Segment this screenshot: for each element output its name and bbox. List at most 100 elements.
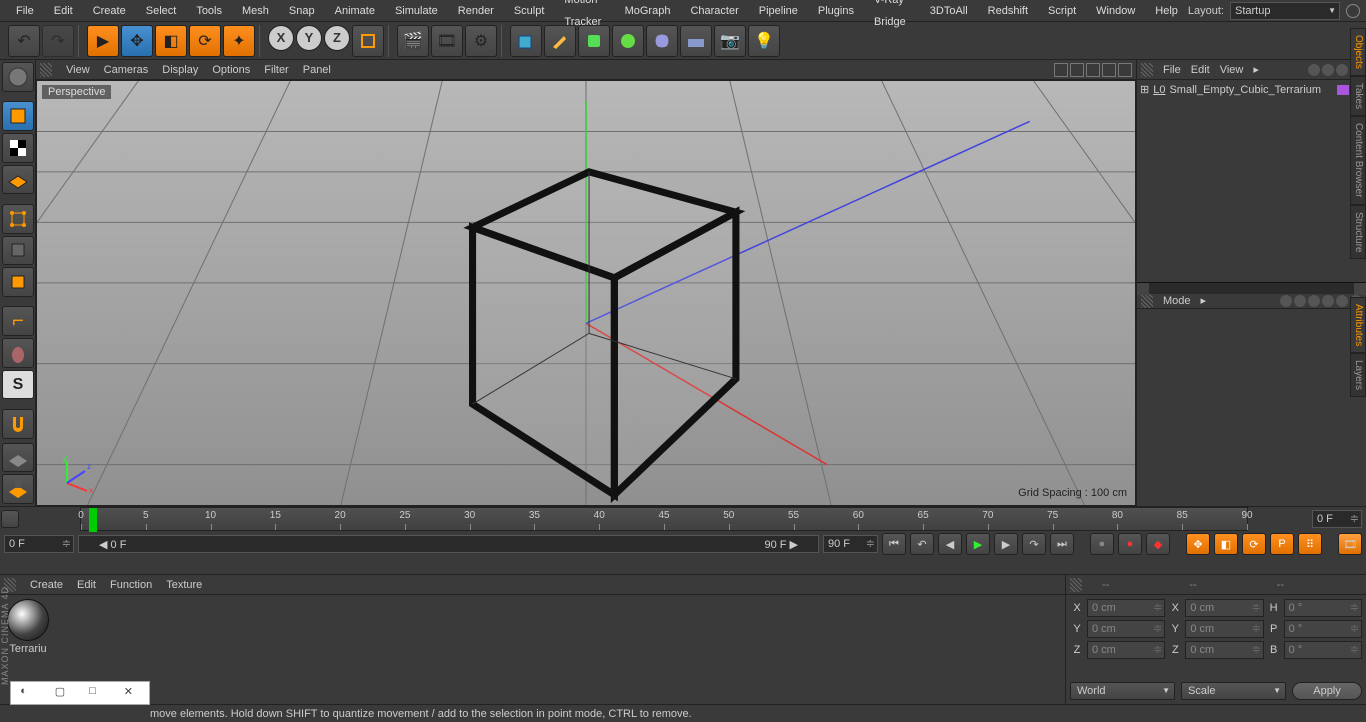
apply-button[interactable]: Apply bbox=[1292, 682, 1362, 700]
tl-grid-icon[interactable] bbox=[1, 510, 19, 528]
material-preview[interactable] bbox=[7, 599, 49, 641]
planar-workplane-button[interactable] bbox=[2, 474, 34, 504]
obj-menu-view[interactable]: View bbox=[1220, 64, 1244, 76]
live-select-tool[interactable]: ▶ bbox=[87, 25, 119, 57]
vp-layout-icon[interactable] bbox=[1102, 63, 1116, 77]
layout-dropdown[interactable]: Startup bbox=[1230, 2, 1340, 20]
snap-button[interactable]: S bbox=[2, 370, 34, 400]
attr-fwd-icon[interactable] bbox=[1294, 295, 1306, 307]
key-rot-button[interactable]: ⟳ bbox=[1242, 533, 1266, 555]
timeline-current[interactable]: 0 F bbox=[4, 535, 74, 553]
key-pos-button[interactable]: ✥ bbox=[1186, 533, 1210, 555]
size-y[interactable]: 0 cm bbox=[1185, 620, 1263, 638]
vp-menu-filter[interactable]: Filter bbox=[264, 64, 288, 76]
grip-icon[interactable] bbox=[40, 63, 52, 77]
menu-render[interactable]: Render bbox=[448, 0, 504, 22]
vp-menu-view[interactable]: View bbox=[66, 64, 90, 76]
menu-select[interactable]: Select bbox=[136, 0, 187, 22]
play-button[interactable]: ▶ bbox=[966, 533, 990, 555]
cube-primitive-button[interactable] bbox=[510, 25, 542, 57]
deformer-button[interactable] bbox=[646, 25, 678, 57]
grip-icon[interactable] bbox=[1141, 294, 1153, 308]
light-button[interactable]: 💡 bbox=[748, 25, 780, 57]
camera-button[interactable]: 📷 bbox=[714, 25, 746, 57]
tab-objects[interactable]: Objects bbox=[1350, 28, 1366, 76]
vp-menu-panel[interactable]: Panel bbox=[303, 64, 331, 76]
magnet-button[interactable] bbox=[2, 409, 34, 439]
vp-menu-options[interactable]: Options bbox=[212, 64, 250, 76]
grip-icon[interactable] bbox=[1070, 578, 1082, 592]
object-tree[interactable]: ⊞ L0 Small_Empty_Cubic_Terrarium bbox=[1137, 80, 1366, 282]
pos-x[interactable]: 0 cm bbox=[1087, 599, 1165, 617]
app-icon[interactable]: ◐ bbox=[20, 685, 36, 701]
autokey-button[interactable]: ● bbox=[1118, 533, 1142, 555]
menu-redshift[interactable]: Redshift bbox=[978, 0, 1038, 22]
vp-orbit-icon[interactable] bbox=[1086, 63, 1100, 77]
texture-mode-button[interactable] bbox=[2, 133, 34, 163]
timeline-end-frame[interactable]: 0 F bbox=[1312, 510, 1362, 528]
vp-menu-display[interactable]: Display bbox=[162, 64, 198, 76]
goto-end-button[interactable]: ⏭ bbox=[1050, 533, 1074, 555]
obj-menu-file[interactable]: File bbox=[1163, 64, 1181, 76]
timeline-cursor[interactable] bbox=[89, 508, 97, 532]
key-scale-button[interactable]: ◧ bbox=[1214, 533, 1238, 555]
menu-tools[interactable]: Tools bbox=[186, 0, 232, 22]
menu-mograph[interactable]: MoGraph bbox=[615, 0, 681, 22]
record-button[interactable]: ● bbox=[1090, 533, 1114, 555]
menu-snap[interactable]: Snap bbox=[279, 0, 325, 22]
menu-character[interactable]: Character bbox=[680, 0, 748, 22]
timeline-ruler[interactable]: 051015202530354045505560657075808590 bbox=[80, 507, 1248, 531]
objects-hscroll[interactable] bbox=[1137, 282, 1366, 294]
coord-system-button[interactable] bbox=[352, 25, 384, 57]
render-picture-button[interactable]: 🎞 bbox=[431, 25, 463, 57]
tweak-button[interactable] bbox=[2, 338, 34, 368]
goto-start-button[interactable]: ⏮ bbox=[882, 533, 906, 555]
axis-x-toggle[interactable]: X bbox=[268, 25, 294, 51]
vp-menu-cameras[interactable]: Cameras bbox=[104, 64, 149, 76]
maximize-icon[interactable]: □ bbox=[89, 685, 105, 701]
viewport[interactable]: Perspective bbox=[36, 80, 1136, 506]
move-tool[interactable]: ✥ bbox=[121, 25, 153, 57]
edges-mode-button[interactable] bbox=[2, 236, 34, 266]
menu-3dtoall[interactable]: 3DToAll bbox=[920, 0, 978, 22]
axis-y-toggle[interactable]: Y bbox=[296, 25, 322, 51]
menu-help[interactable]: Help bbox=[1145, 0, 1188, 22]
timeline-range[interactable]: ◀ 0 F 90 F ▶ bbox=[78, 535, 819, 553]
tab-takes[interactable]: Takes bbox=[1350, 76, 1366, 116]
grip-icon[interactable] bbox=[1141, 63, 1153, 77]
vp-pan-icon[interactable] bbox=[1054, 63, 1068, 77]
redo-button[interactable]: ↷ bbox=[42, 25, 74, 57]
prev-key-button[interactable]: ↶ bbox=[910, 533, 934, 555]
menu-simulate[interactable]: Simulate bbox=[385, 0, 448, 22]
rot-h[interactable]: 0 ° bbox=[1284, 599, 1362, 617]
attr-menu-mode[interactable]: Mode bbox=[1163, 295, 1191, 307]
attr-eye-icon[interactable] bbox=[1336, 295, 1348, 307]
timeline-total[interactable]: 90 F bbox=[823, 535, 878, 553]
tab-structure[interactable]: Structure bbox=[1350, 205, 1366, 260]
undo-button[interactable]: ↶ bbox=[8, 25, 40, 57]
vp-zoom-icon[interactable] bbox=[1070, 63, 1084, 77]
pen-tool-button[interactable] bbox=[544, 25, 576, 57]
rot-p[interactable]: 0 ° bbox=[1284, 620, 1362, 638]
make-editable-button[interactable] bbox=[2, 62, 34, 92]
search-icon[interactable] bbox=[1346, 4, 1360, 18]
rotate-tool[interactable]: ⟳ bbox=[189, 25, 221, 57]
tab-attributes[interactable]: Attributes bbox=[1350, 297, 1366, 353]
obj-ic1[interactable] bbox=[1308, 64, 1320, 76]
coord-space-dropdown[interactable]: World bbox=[1070, 682, 1175, 700]
menu-animate[interactable]: Animate bbox=[325, 0, 385, 22]
axis-z-toggle[interactable]: Z bbox=[324, 25, 350, 51]
obj-menu-edit[interactable]: Edit bbox=[1191, 64, 1210, 76]
tab-layers[interactable]: Layers bbox=[1350, 353, 1366, 397]
menu-vray-bridge[interactable]: V-Ray Bridge bbox=[864, 0, 920, 33]
size-x[interactable]: 0 cm bbox=[1185, 599, 1263, 617]
points-mode-button[interactable] bbox=[2, 204, 34, 234]
vp-max-icon[interactable] bbox=[1118, 63, 1132, 77]
menu-create[interactable]: Create bbox=[83, 0, 136, 22]
pos-z[interactable]: 0 cm bbox=[1087, 641, 1165, 659]
nurbs-button[interactable] bbox=[578, 25, 610, 57]
close-icon[interactable]: ✕ bbox=[124, 685, 140, 701]
materials-list[interactable]: Terrariu bbox=[0, 595, 1065, 704]
attr-lock-icon[interactable] bbox=[1322, 295, 1334, 307]
scale-tool[interactable]: ◧ bbox=[155, 25, 187, 57]
